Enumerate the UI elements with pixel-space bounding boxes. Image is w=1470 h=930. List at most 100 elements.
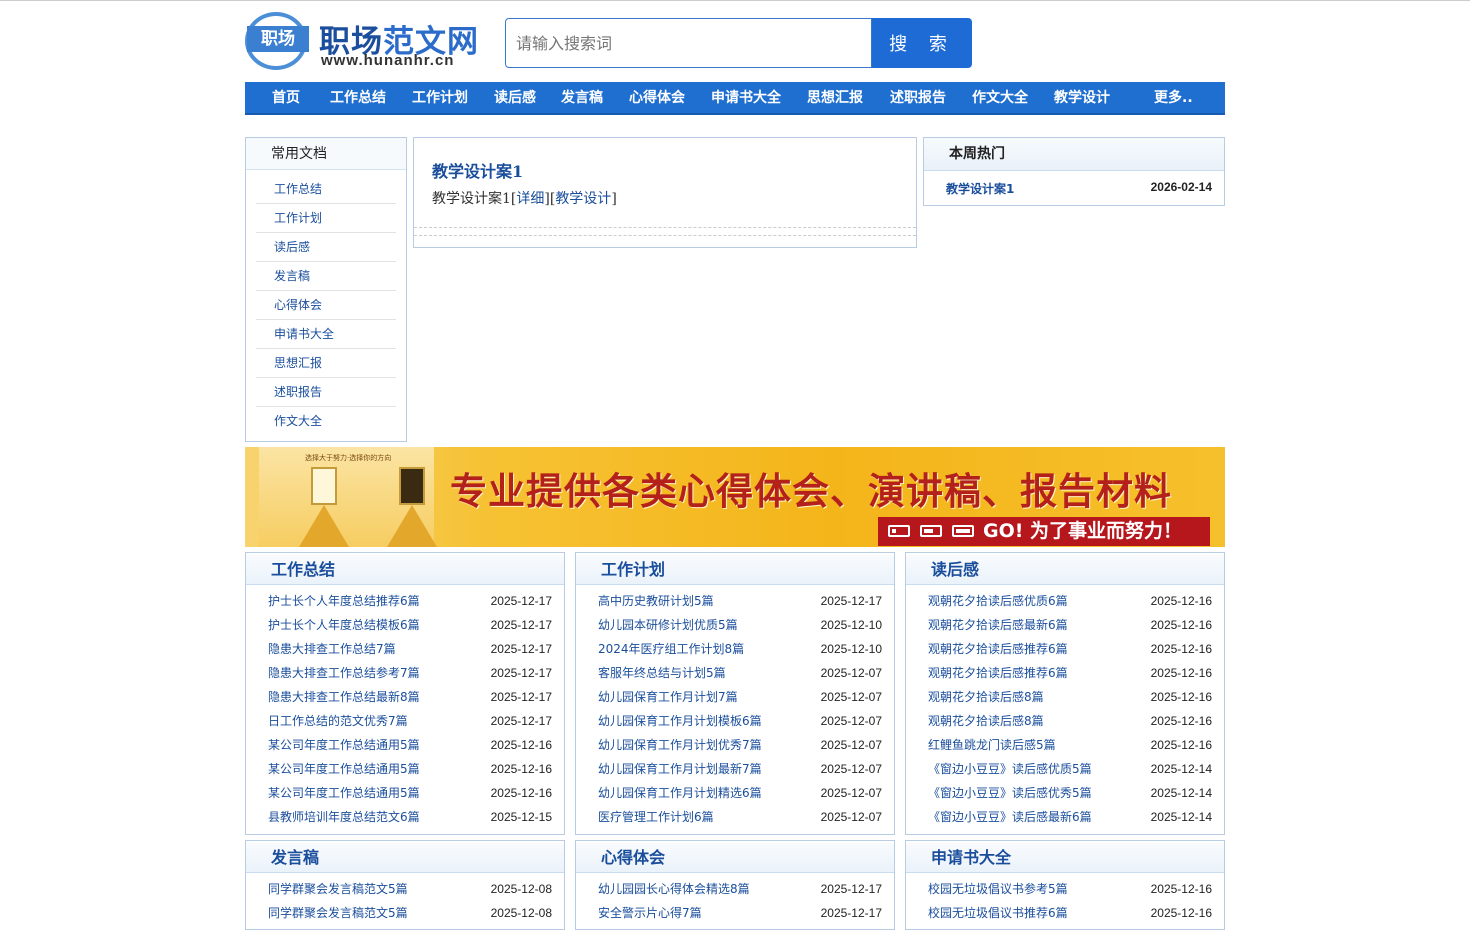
nav-item-speeches[interactable]: 发言稿 (561, 82, 603, 115)
list-item-link[interactable]: 某公司年度工作总结通用5篇 (268, 738, 420, 752)
list-item: 幼儿园本研修计划优质5篇 2025-12-10 (598, 613, 882, 637)
article-category-link[interactable]: 教学设计 (555, 191, 611, 207)
sidebar-link[interactable]: 工作计划 (274, 211, 322, 225)
sidebar-link[interactable]: 发言稿 (274, 269, 310, 283)
weekly-hot-box: 本周热门 教学设计案1 2026-02-14 (923, 137, 1225, 206)
list-item-link[interactable]: 校园无垃圾倡议书参考5篇 (928, 882, 1068, 896)
nav-item-thought-reports[interactable]: 思想汇报 (807, 82, 863, 115)
category-list: 校园无垃圾倡议书参考5篇 2025-12-16 校园无垃圾倡议书推荐6篇 2025-1… (906, 873, 1224, 925)
list-item-link[interactable]: 观朝花夕拾读后感8篇 (928, 690, 1044, 704)
hot-item-link[interactable]: 教学设计案1 (946, 182, 1014, 196)
sidebar-link[interactable]: 工作总结 (274, 182, 322, 196)
logo-url: www.hunanhr.cn (321, 52, 455, 69)
list-item-link[interactable]: 隐患大排查工作总结7篇 (268, 642, 396, 656)
list-item: 观朝花夕拾读后感最新6篇 2025-12-16 (928, 613, 1212, 637)
list-item-date: 2025-12-07 (820, 690, 882, 704)
list-item-date: 2025-12-17 (820, 906, 882, 920)
nav-item-experiences[interactable]: 心得体会 (629, 82, 685, 115)
list-item-link[interactable]: 幼儿园园长心得体会精选8篇 (598, 882, 750, 896)
nav-item-reflections[interactable]: 读后感 (494, 82, 536, 115)
nav-item-home[interactable]: 首页 (272, 82, 300, 115)
list-item-link[interactable]: 观朝花夕拾读后感优质6篇 (928, 594, 1068, 608)
list-item-link[interactable]: 观朝花夕拾读后感8篇 (928, 714, 1044, 728)
list-item-link[interactable]: 某公司年度工作总结通用5篇 (268, 786, 420, 800)
nav-item-work-summary[interactable]: 工作总结 (330, 82, 386, 115)
sidebar-link[interactable]: 思想汇报 (274, 356, 322, 370)
category-title[interactable]: 工作计划 (576, 553, 894, 585)
list-item-link[interactable]: 观朝花夕拾读后感推荐6篇 (928, 666, 1068, 680)
article-detail-link[interactable]: 详细 (516, 191, 544, 207)
list-item-link[interactable]: 县教师培训年度总结范文6篇 (268, 810, 420, 824)
list-item-link[interactable]: 日工作总结的范文优秀7篇 (268, 714, 408, 728)
category-title[interactable]: 工作总结 (246, 553, 564, 585)
list-item-link[interactable]: 隐患大排查工作总结最新8篇 (268, 690, 420, 704)
category-title[interactable]: 申请书大全 (906, 841, 1224, 873)
nav-item-teaching-design[interactable]: 教学设计 (1054, 82, 1110, 115)
list-item-link[interactable]: 幼儿园保育工作月计划模板6篇 (598, 714, 762, 728)
list-item-date: 2025-12-16 (1150, 882, 1212, 896)
category-title[interactable]: 发言稿 (246, 841, 564, 873)
door-icon (399, 467, 425, 505)
promo-banner[interactable]: 选择大于努力·选择你的方向 专业提供各类心得体会、演讲稿、报告材料 GO! 为了… (245, 447, 1225, 547)
list-item-link[interactable]: 幼儿园保育工作月计划精选6篇 (598, 786, 762, 800)
list-item-link[interactable]: 护士长个人年度总结模板6篇 (268, 618, 420, 632)
list-item: 《窗边小豆豆》读后感优秀5篇 2025-12-14 (928, 781, 1212, 805)
article-title[interactable]: 教学设计案1 (432, 158, 523, 182)
list-item: 《窗边小豆豆》读后感优质5篇 2025-12-14 (928, 757, 1212, 781)
list-item-link[interactable]: 安全警示片心得7篇 (598, 906, 702, 920)
nav-item-compositions[interactable]: 作文大全 (972, 82, 1028, 115)
nav-item-more[interactable]: 更多.. (1154, 82, 1193, 115)
list-item-link[interactable]: 医疗管理工作计划6篇 (598, 810, 714, 824)
list-item-link[interactable]: 幼儿园保育工作月计划优秀7篇 (598, 738, 762, 752)
search-button[interactable]: 搜 索 (872, 18, 972, 68)
list-item: 幼儿园园长心得体会精选8篇 2025-12-17 (598, 877, 882, 901)
list-item-date: 2025-12-17 (490, 642, 552, 656)
list-item: 红鲤鱼跳龙门读后感5篇 2025-12-16 (928, 733, 1212, 757)
article-desc: 教学设计案1[详细][教学设计] (432, 188, 617, 208)
sidebar-link[interactable]: 读后感 (274, 240, 310, 254)
list-item-link[interactable]: 观朝花夕拾读后感推荐6篇 (928, 642, 1068, 656)
sidebar-link[interactable]: 作文大全 (274, 414, 322, 428)
nav-item-applications[interactable]: 申请书大全 (711, 82, 781, 115)
list-item-link[interactable]: 2024年医疗组工作计划8篇 (598, 642, 744, 656)
list-item-date: 2025-12-07 (820, 714, 882, 728)
nav-item-work-plan[interactable]: 工作计划 (412, 82, 468, 115)
sidebar-link[interactable]: 申请书大全 (274, 327, 334, 341)
list-item-link[interactable]: 隐患大排查工作总结参考7篇 (268, 666, 420, 680)
list-item-link[interactable]: 观朝花夕拾读后感最新6篇 (928, 618, 1068, 632)
list-item-link[interactable]: 《窗边小豆豆》读后感优秀5篇 (928, 786, 1092, 800)
list-item-link[interactable]: 同学群聚会发言稿范文5篇 (268, 906, 408, 920)
list-item-date: 2025-12-07 (820, 786, 882, 800)
list-item-date: 2025-12-14 (1150, 762, 1212, 776)
list-item-link[interactable]: 《窗边小豆豆》读后感最新6篇 (928, 810, 1092, 824)
list-item-link[interactable]: 客服年终总结与计划5篇 (598, 666, 726, 680)
list-item-link[interactable]: 幼儿园保育工作月计划7篇 (598, 690, 738, 704)
list-item-date: 2025-12-16 (1150, 642, 1212, 656)
category-title[interactable]: 读后感 (906, 553, 1224, 585)
list-item-link[interactable]: 校园无垃圾倡议书推荐6篇 (928, 906, 1068, 920)
header: 职场 职场范文网 www.hunanhr.cn 搜 索 (245, 0, 1225, 82)
sidebar-list: 工作总结 工作计划 读后感 发言稿 心得体会 申请书大全 思想汇报 述职报告 作… (256, 175, 396, 436)
list-item-date: 2025-12-17 (490, 690, 552, 704)
list-item-link[interactable]: 同学群聚会发言稿范文5篇 (268, 882, 408, 896)
list-item-date: 2025-12-07 (820, 762, 882, 776)
list-item-link[interactable]: 某公司年度工作总结通用5篇 (268, 762, 420, 776)
list-item-link[interactable]: 幼儿园保育工作月计划最新7篇 (598, 762, 762, 776)
list-item-link[interactable]: 护士长个人年度总结推荐6篇 (268, 594, 420, 608)
sidebar-link[interactable]: 心得体会 (274, 298, 322, 312)
list-item: 校园无垃圾倡议书推荐6篇 2025-12-16 (928, 901, 1212, 925)
sidebar-link[interactable]: 述职报告 (274, 385, 322, 399)
list-item: 安全警示片心得7篇 2025-12-17 (598, 901, 882, 925)
list-item: 幼儿园保育工作月计划7篇 2025-12-07 (598, 685, 882, 709)
list-item-link[interactable]: 幼儿园本研修计划优质5篇 (598, 618, 738, 632)
nav-item-duty-reports[interactable]: 述职报告 (890, 82, 946, 115)
list-item-link[interactable]: 红鲤鱼跳龙门读后感5篇 (928, 738, 1056, 752)
list-item-link[interactable]: 高中历史教研计划5篇 (598, 594, 714, 608)
site-logo[interactable]: 职场 职场范文网 www.hunanhr.cn (245, 12, 495, 72)
category-title[interactable]: 心得体会 (576, 841, 894, 873)
list-item-link[interactable]: 《窗边小豆豆》读后感优质5篇 (928, 762, 1092, 776)
list-item-date: 2025-12-07 (820, 810, 882, 824)
search-input[interactable] (505, 18, 872, 68)
list-item: 幼儿园保育工作月计划精选6篇 2025-12-07 (598, 781, 882, 805)
list-item-date: 2025-12-16 (1150, 666, 1212, 680)
